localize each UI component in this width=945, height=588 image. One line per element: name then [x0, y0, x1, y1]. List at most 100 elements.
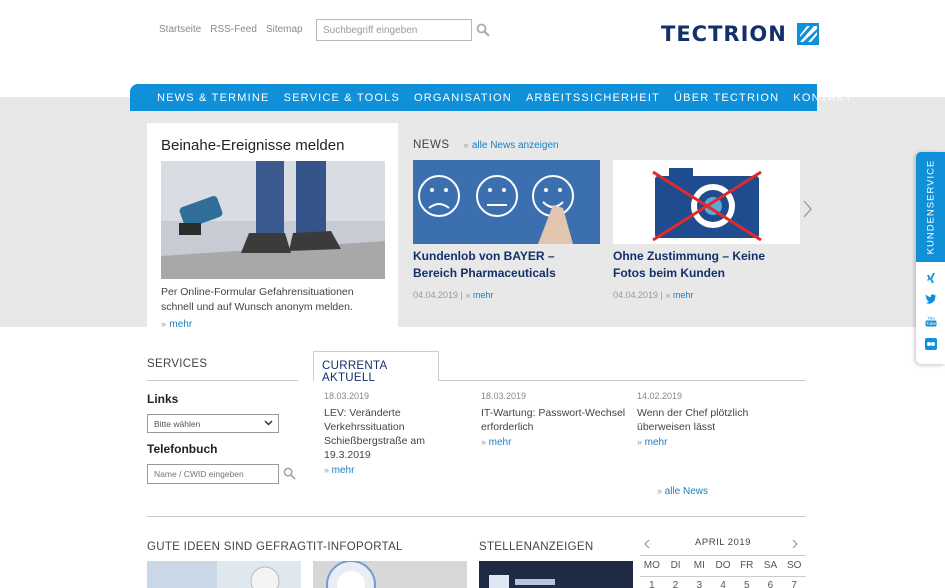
- currenta-item[interactable]: 18.03.2019 LEV: Veränderte Verkehrssitua…: [324, 391, 474, 476]
- search-input[interactable]: [316, 19, 472, 41]
- news-more-link[interactable]: mehr: [673, 290, 694, 300]
- phone-label: Telefonbuch: [147, 442, 218, 456]
- more-arrow-icon: »: [637, 437, 643, 447]
- logo[interactable]: TECTRION: [661, 22, 819, 46]
- feature-image[interactable]: [161, 161, 385, 279]
- links-label: Links: [147, 392, 179, 406]
- chevron-down-icon: [264, 420, 273, 426]
- more-arrow-icon: »: [161, 319, 167, 329]
- news-meta: 04.04.2019 | » mehr: [613, 290, 694, 300]
- calendar-day[interactable]: 6: [759, 580, 783, 588]
- logo-mark-icon: [796, 23, 819, 45]
- more-arrow-icon: »: [657, 486, 663, 496]
- news-heading: NEWS: [413, 139, 450, 151]
- kundenservice-label: KUNDENSERVICE: [925, 159, 937, 255]
- calendar-day[interactable]: 5: [735, 580, 759, 588]
- calendar-weekday: DO: [715, 560, 731, 571]
- news-item[interactable]: Kundenlob von BAYER – Bereich Pharmaceut…: [413, 160, 600, 300]
- more-arrow-icon: »: [463, 140, 469, 150]
- svg-text:You: You: [927, 316, 935, 321]
- calendar-day[interactable]: 4: [711, 580, 735, 588]
- calendar-weekday: MI: [693, 560, 705, 571]
- currenta-date: 18.03.2019: [481, 391, 527, 401]
- it-portal-image[interactable]: [313, 561, 467, 588]
- currenta-item[interactable]: 18.03.2019 IT-Wartung: Passwort-Wechsel …: [481, 391, 631, 448]
- calendar-dates: 1 2 3 4 5 6 7: [640, 580, 806, 588]
- news-all-link[interactable]: alle News anzeigen: [472, 140, 559, 151]
- nav-arbeitssicherheit[interactable]: ARBEITSSICHERHEIT: [526, 92, 660, 104]
- calendar-day[interactable]: 1: [640, 580, 664, 588]
- xing-icon[interactable]: [925, 272, 937, 284]
- currenta-title[interactable]: Wenn der Chef plötzlich überweisen lässt: [637, 406, 787, 434]
- svg-text:Tube: Tube: [926, 321, 937, 326]
- calendar-divider: [640, 555, 806, 556]
- main-nav: NEWS & TERMINE SERVICE & TOOLS ORGANISAT…: [130, 84, 852, 111]
- more-arrow-icon: »: [465, 290, 471, 300]
- nav-organisation[interactable]: ORGANISATION: [414, 92, 512, 104]
- services-heading: SERVICES: [147, 358, 208, 370]
- nav-service-tools[interactable]: SERVICE & TOOLS: [284, 92, 400, 104]
- news-image-camera[interactable]: [613, 160, 800, 244]
- news-title[interactable]: Kundenlob von BAYER – Bereich Pharmaceut…: [413, 248, 600, 282]
- calendar-weekday: SA: [763, 560, 778, 571]
- jobs-image[interactable]: [479, 561, 633, 588]
- section-divider: [147, 516, 806, 517]
- ideas-image[interactable]: [147, 561, 301, 588]
- calendar-day[interactable]: 7: [782, 580, 806, 588]
- logo-text: TECTRION: [661, 22, 787, 46]
- links-select-value: Bitte wählen: [154, 419, 201, 429]
- heading-stellenanzeigen[interactable]: STELLENANZEIGEN: [479, 541, 593, 553]
- currenta-more-link[interactable]: mehr: [332, 465, 355, 476]
- tab-currenta-aktuell[interactable]: CURRENTA AKTUELL: [313, 351, 439, 384]
- feature-title[interactable]: Beinahe-Ereignisse melden: [161, 137, 384, 154]
- currenta-more-link[interactable]: mehr: [489, 437, 512, 448]
- feature-text: Per Online-Formular Gefahrensituationen …: [161, 286, 354, 313]
- currenta-date: 18.03.2019: [324, 391, 370, 401]
- news-image-smileys[interactable]: [413, 160, 600, 244]
- heading-gute-ideen[interactable]: GUTE IDEEN SIND GEFRAGT: [147, 541, 314, 553]
- feature-card: Beinahe-Ereignisse melden Per Online-For…: [147, 123, 398, 330]
- currenta-title[interactable]: IT-Wartung: Passwort-Wechsel erforderlic…: [481, 406, 631, 434]
- services-divider: [147, 380, 298, 381]
- search-icon[interactable]: [283, 467, 296, 480]
- currenta-all-link[interactable]: alle News: [665, 486, 708, 497]
- news-header: NEWS » alle News anzeigen: [413, 137, 559, 151]
- nav-ueber-tectrion[interactable]: ÜBER TECTRION: [674, 92, 779, 104]
- more-arrow-icon: »: [481, 437, 487, 447]
- nav-news-termine[interactable]: NEWS & TERMINE: [157, 92, 270, 104]
- calendar-weekdays: MO DI MI DO FR SA SO: [640, 560, 806, 571]
- kundenservice-tab[interactable]: KUNDENSERVICE: [916, 152, 945, 262]
- youtube-icon[interactable]: You Tube: [925, 315, 937, 327]
- heading-it-infoportal[interactable]: IT-INFOPORTAL: [313, 541, 403, 553]
- links-select[interactable]: Bitte wählen: [147, 414, 279, 433]
- currenta-title[interactable]: LEV: Veränderte Verkehrssituation Schieß…: [324, 406, 442, 462]
- link-sitemap[interactable]: Sitemap: [266, 24, 303, 35]
- currenta-item[interactable]: 14.02.2019 Wenn der Chef plötzlich überw…: [637, 391, 787, 448]
- search-icon[interactable]: [476, 23, 490, 37]
- calendar-weekday: SO: [786, 560, 802, 571]
- chevron-right-icon[interactable]: [802, 200, 812, 218]
- news-date: 04.04.2019: [413, 290, 459, 300]
- calendar-month: APRIL 2019: [695, 537, 751, 548]
- flickr-icon[interactable]: [925, 338, 937, 350]
- calendar-weekday: DI: [670, 560, 681, 571]
- news-item[interactable]: Ohne Zustimmung – Keine Fotos beim Kunde…: [613, 160, 800, 300]
- nav-kontakt[interactable]: KONTAKT: [793, 92, 853, 104]
- link-rss-feed[interactable]: RSS-Feed: [210, 24, 257, 35]
- top-links: Startseite RSS-Feed Sitemap: [159, 24, 303, 35]
- kundenservice-panel: KUNDENSERVICE You Tube: [916, 152, 945, 364]
- calendar-day[interactable]: 3: [687, 580, 711, 588]
- news-more-link[interactable]: mehr: [473, 290, 494, 300]
- currenta-more-link[interactable]: mehr: [645, 437, 668, 448]
- phonebook-input[interactable]: [147, 464, 279, 484]
- calendar-next-icon[interactable]: [792, 539, 798, 549]
- more-arrow-icon: »: [324, 465, 330, 475]
- calendar-weekday: FR: [740, 560, 754, 571]
- currenta-all: » alle News: [657, 486, 708, 497]
- twitter-icon[interactable]: [925, 293, 937, 305]
- link-startseite[interactable]: Startseite: [159, 24, 201, 35]
- feature-more-link[interactable]: mehr: [169, 319, 192, 330]
- news-date: 04.04.2019: [613, 290, 659, 300]
- news-title[interactable]: Ohne Zustimmung – Keine Fotos beim Kunde…: [613, 248, 800, 282]
- calendar-day[interactable]: 2: [664, 580, 688, 588]
